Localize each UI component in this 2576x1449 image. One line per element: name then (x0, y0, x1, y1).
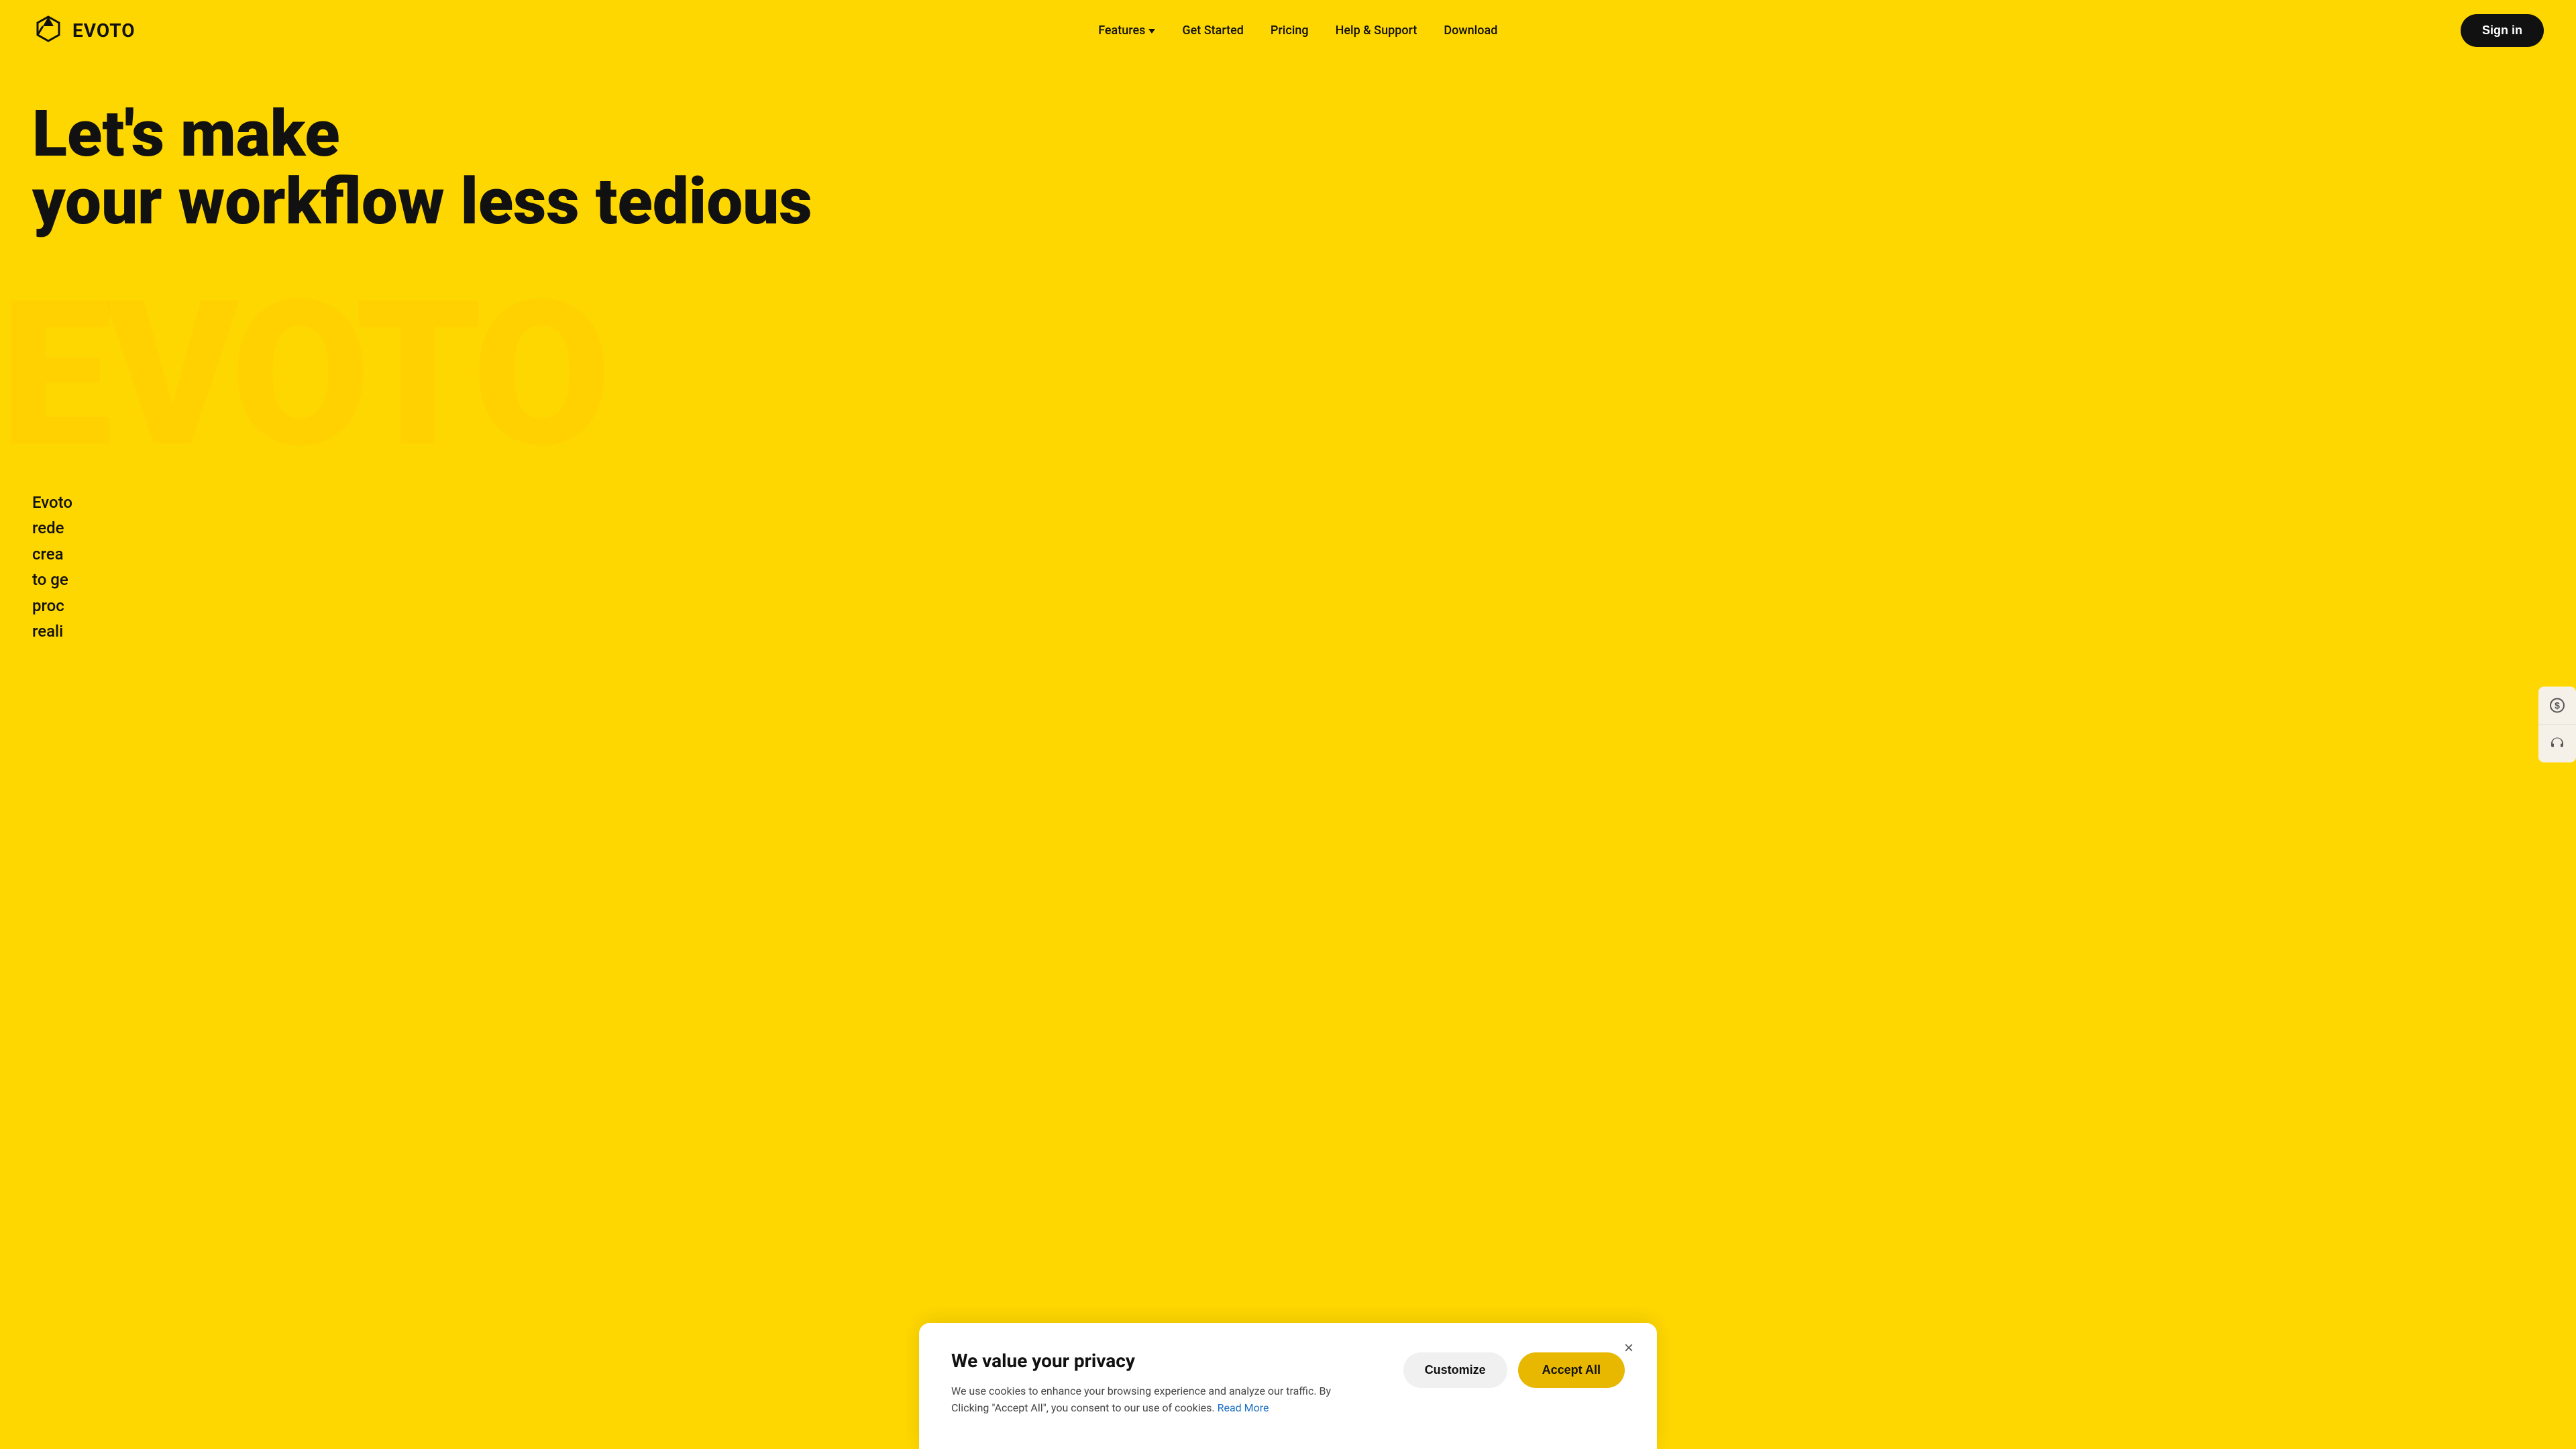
cookie-close-button[interactable]: × (1617, 1336, 1641, 1360)
headset-icon (2549, 736, 2565, 752)
support-side-button[interactable] (2538, 725, 2576, 763)
customize-button[interactable]: Customize (1403, 1352, 1507, 1388)
hero-section: Let's make your workflow less tedious EV… (0, 60, 2576, 463)
side-buttons: $ (2538, 687, 2576, 763)
nav-download[interactable]: Download (1444, 23, 1497, 38)
hero-title: Let's make your workflow less tedious (32, 101, 837, 236)
dollar-icon: $ (2549, 698, 2565, 714)
svg-text:$: $ (2555, 700, 2560, 711)
cookie-title: We value your privacy (951, 1350, 1363, 1372)
signin-button[interactable]: Sign in (2461, 14, 2544, 47)
cookie-content: We value your privacy We use cookies to … (951, 1350, 1363, 1417)
cookie-description: We use cookies to enhance your browsing … (951, 1383, 1354, 1417)
hero-body: Evoto rede crea to ge proc reali (0, 463, 2576, 644)
nav-help-support[interactable]: Help & Support (1336, 23, 1417, 38)
cookie-read-more-link[interactable]: Read More (1218, 1401, 1269, 1414)
hero-title-line2: your workflow less tedious (32, 164, 812, 239)
nav-get-started[interactable]: Get Started (1182, 23, 1244, 38)
pricing-side-button[interactable]: $ (2538, 687, 2576, 724)
chevron-down-icon (1148, 29, 1155, 34)
cookie-banner: × We value your privacy We use cookies t… (919, 1323, 1657, 1449)
nav-links: Features Get Started Pricing Help & Supp… (1098, 23, 1497, 38)
watermark-text: EVOTO (0, 275, 2576, 463)
cookie-description-text: We use cookies to enhance your browsing … (951, 1385, 1331, 1415)
accept-all-button[interactable]: Accept All (1518, 1352, 1625, 1388)
cookie-actions: Customize Accept All (1403, 1352, 1625, 1388)
logo[interactable]: EVOTO (32, 14, 136, 46)
hero-description: Evoto rede crea to ge proc reali (32, 490, 334, 644)
navbar: EVOTO Features Get Started Pricing Help … (0, 0, 2576, 60)
logo-text: EVOTO (72, 19, 136, 42)
evoto-logo-icon (32, 14, 64, 46)
hero-title-line1: Let's make (32, 97, 340, 172)
nav-features[interactable]: Features (1098, 23, 1155, 38)
nav-pricing[interactable]: Pricing (1271, 23, 1309, 38)
